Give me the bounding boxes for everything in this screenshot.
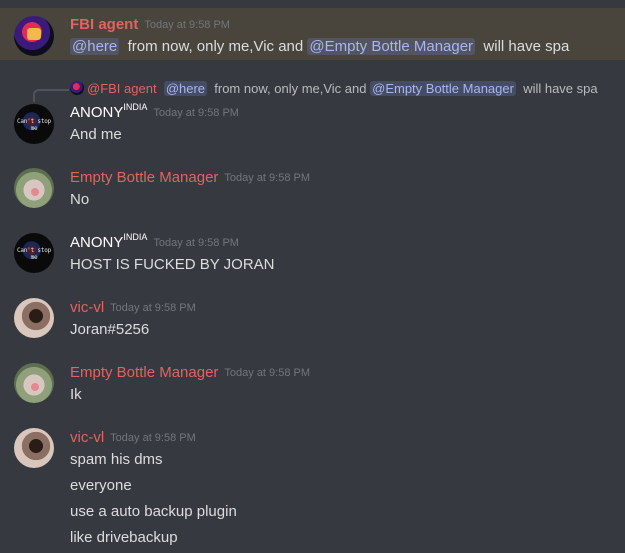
timestamp: Today at 9:58 PM bbox=[144, 19, 230, 31]
message-line: like drivebackup bbox=[70, 529, 178, 546]
message-text: HOST IS FUCKED BY JORAN bbox=[70, 256, 275, 273]
timestamp: Today at 9:58 PM bbox=[153, 107, 239, 119]
avatar[interactable] bbox=[14, 363, 54, 403]
username[interactable]: vic-vl Today at 9:58 PM bbox=[70, 299, 196, 316]
avatar[interactable] bbox=[14, 168, 54, 208]
avatar-text: Can't stop me bbox=[16, 118, 52, 132]
reply-author[interactable]: @FBI agent bbox=[87, 81, 157, 96]
mention-here[interactable]: @here bbox=[70, 38, 120, 55]
username[interactable]: vic-vl Today at 9:58 PM bbox=[70, 429, 196, 446]
avatar[interactable] bbox=[14, 428, 54, 468]
message-line: everyone bbox=[70, 477, 132, 494]
username[interactable]: ANONYINDIA Today at 9:58 PM bbox=[70, 232, 239, 251]
avatar[interactable]: Can't stop me bbox=[14, 233, 54, 273]
message-vic-vl: vic-vl Today at 9:58 PM spam his dms ever… bbox=[0, 421, 625, 553]
mention-here[interactable]: @here bbox=[163, 81, 208, 96]
message-text: No bbox=[70, 191, 90, 208]
message-text: Ik bbox=[70, 386, 82, 403]
avatar[interactable] bbox=[14, 298, 54, 338]
username[interactable]: ANONYINDIA Today at 9:58 PM bbox=[70, 102, 239, 121]
message-anony: Can't stop me ANONYINDIA Today at 9:58 PM… bbox=[0, 96, 625, 152]
username[interactable]: FBI agent Today at 9:58 PM bbox=[70, 16, 230, 33]
message-empty-bottle-manager: Empty Bottle Manager Today at 9:58 PM Ik bbox=[0, 356, 625, 412]
message-line: spam his dms bbox=[70, 451, 163, 468]
avatar[interactable]: Can't stop me bbox=[14, 104, 54, 144]
timestamp: Today at 9:58 PM bbox=[110, 302, 196, 314]
message-empty-bottle-manager: Empty Bottle Manager Today at 9:58 PM No bbox=[0, 161, 625, 217]
timestamp: Today at 9:58 PM bbox=[110, 432, 196, 444]
avatar[interactable] bbox=[14, 16, 54, 56]
message-line: use a auto backup plugin bbox=[70, 503, 237, 520]
username[interactable]: Empty Bottle Manager Today at 9:58 PM bbox=[70, 364, 310, 381]
message-text: Joran#5256 bbox=[70, 321, 150, 338]
timestamp: Today at 9:58 PM bbox=[224, 172, 311, 184]
username[interactable]: Empty Bottle Manager Today at 9:58 PM bbox=[70, 169, 310, 186]
message-text: @here from now, only me,Vic and @Empty B… bbox=[70, 38, 570, 55]
message-anony: Can't stop me ANONYINDIA Today at 9:58 PM… bbox=[0, 226, 625, 282]
message-vic-vl: vic-vl Today at 9:58 PM Joran#5256 bbox=[0, 291, 625, 347]
message-text: And me bbox=[70, 126, 122, 143]
message-fbi-agent: FBI agent Today at 9:58 PM @here from now… bbox=[0, 8, 625, 60]
timestamp: Today at 9:58 PM bbox=[224, 367, 311, 379]
reply-avatar bbox=[70, 81, 84, 95]
mention-empty-bottle-manager[interactable]: @Empty Bottle Manager bbox=[370, 81, 516, 96]
reply-preview[interactable]: @FBI agent @here from now, only me,Vic a… bbox=[70, 81, 598, 96]
avatar-text: Can't stop me bbox=[16, 247, 52, 261]
mention-empty-bottle-manager[interactable]: @Empty Bottle Manager bbox=[307, 38, 476, 55]
timestamp: Today at 9:58 PM bbox=[153, 237, 239, 249]
